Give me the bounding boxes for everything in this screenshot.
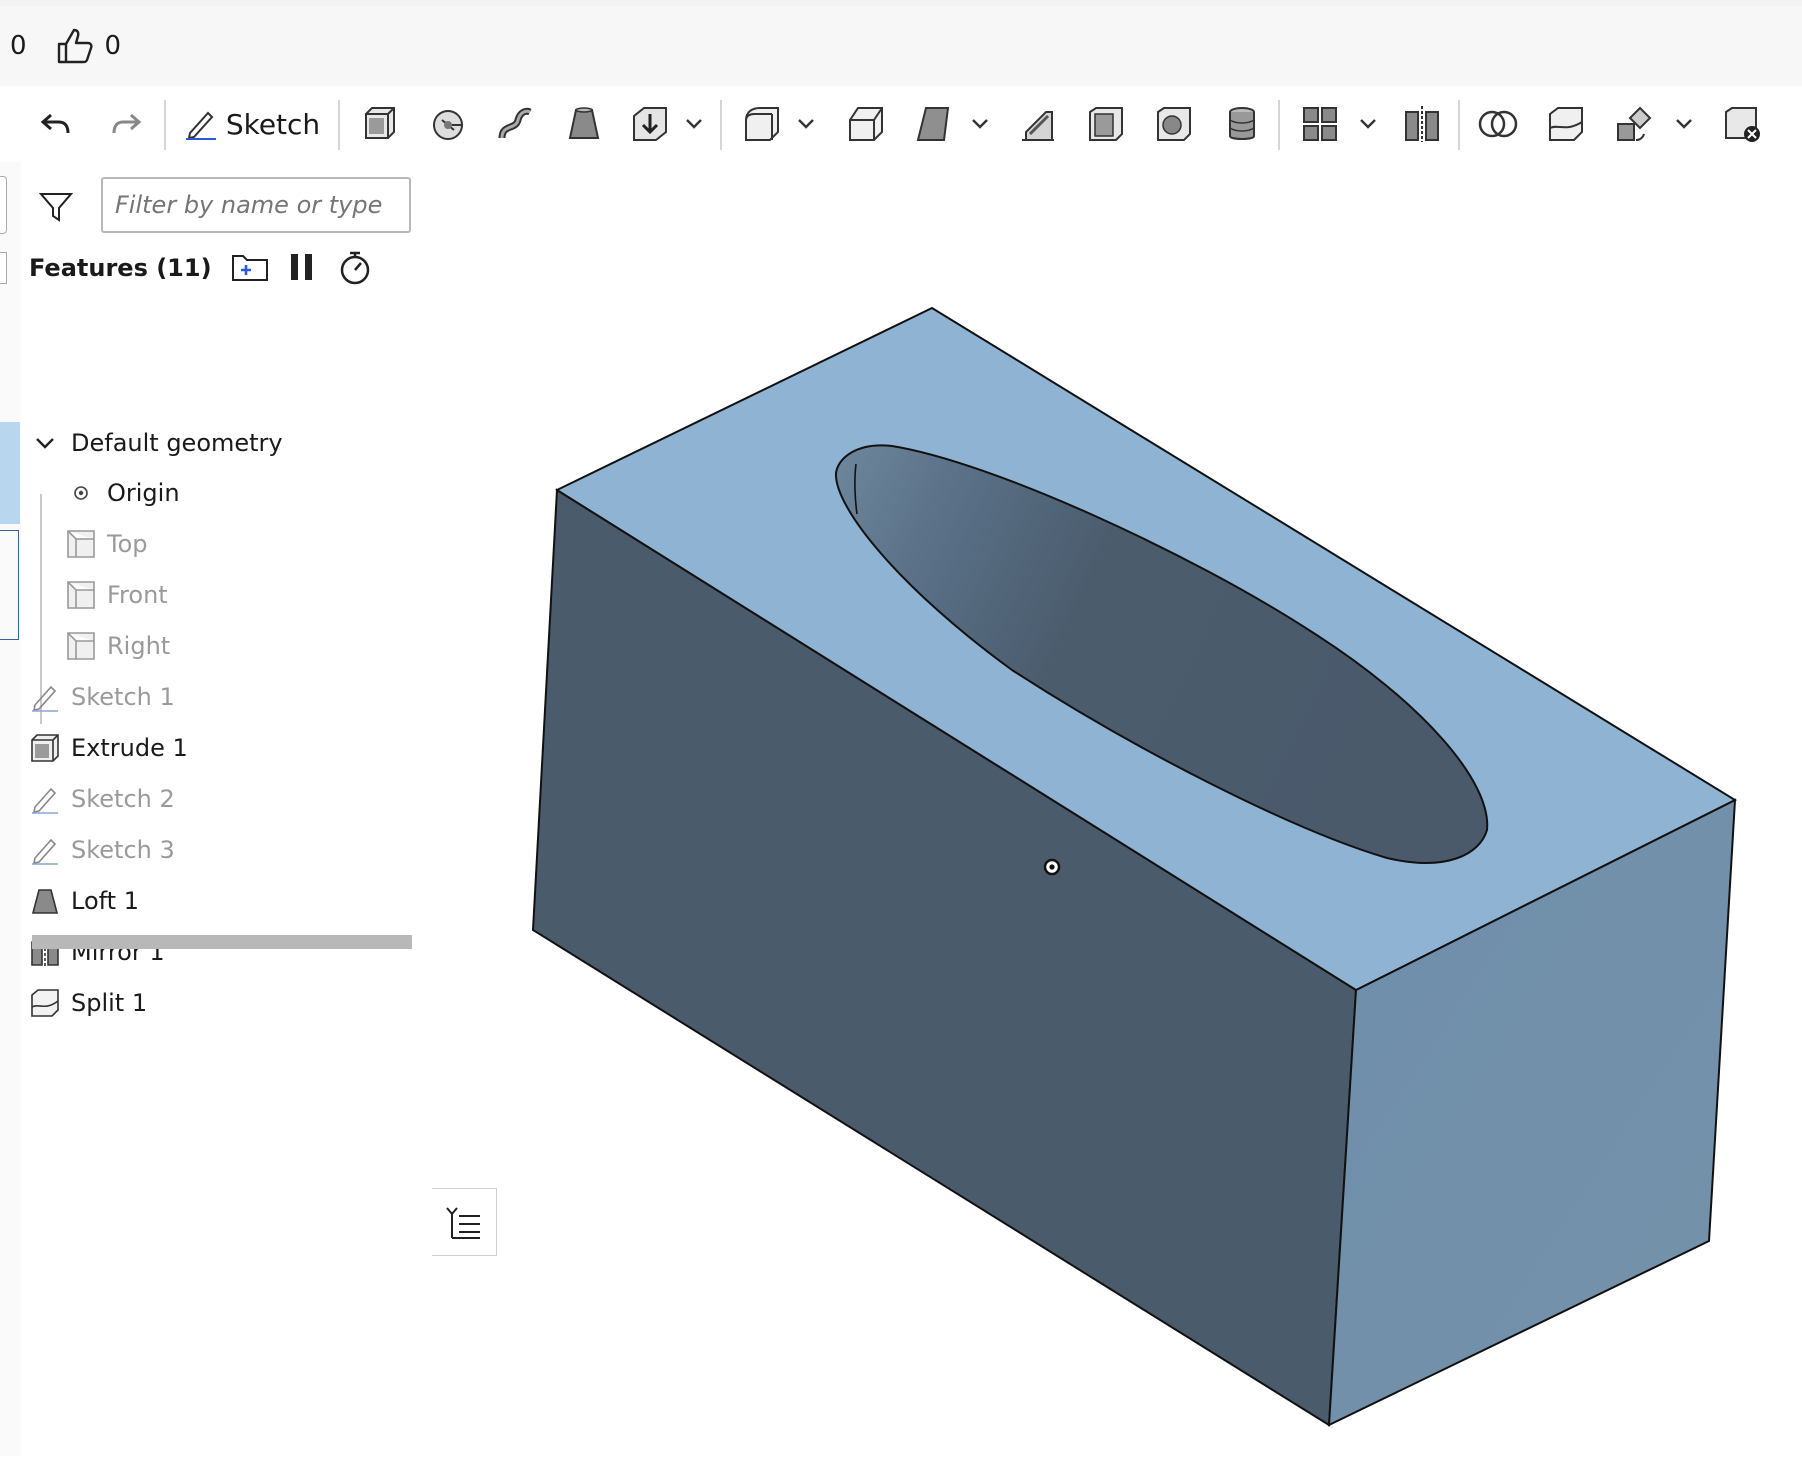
feature-item-front[interactable]: Front	[63, 570, 168, 620]
feature-toolbar: Sketch	[0, 86, 1802, 163]
feature-item-sketch-1[interactable]: Sketch 1	[27, 672, 175, 722]
feature-item-extrude-1[interactable]: Extrude 1	[27, 723, 188, 773]
split-icon	[27, 985, 63, 1021]
sketch-icon	[27, 781, 63, 817]
split-icon[interactable]	[1542, 86, 1590, 162]
sweep-icon[interactable]	[492, 86, 540, 162]
part-model	[531, 306, 1738, 1427]
mirror-icon[interactable]	[1398, 86, 1446, 162]
redo-icon[interactable]	[102, 86, 150, 162]
sketch-icon	[185, 111, 216, 140]
draft-icon[interactable]	[910, 86, 958, 162]
feature-label: Loft 1	[71, 887, 139, 915]
rib-icon[interactable]	[1014, 86, 1062, 162]
add-folder-icon[interactable]	[231, 250, 269, 288]
hole-icon[interactable]	[1150, 86, 1198, 162]
feature-item-origin[interactable]: Origin	[63, 468, 180, 518]
feature-item-loft-1[interactable]: Loft 1	[27, 876, 139, 926]
strip-frame	[0, 530, 19, 640]
thumbs-up-icon[interactable]	[55, 26, 95, 66]
origin-icon	[63, 475, 99, 511]
count-label: 0	[10, 31, 27, 61]
feature-label: Extrude 1	[71, 734, 188, 762]
sketch-button[interactable]: Sketch	[182, 86, 322, 162]
toolbar-separator	[1278, 100, 1280, 150]
thicken-icon[interactable]	[626, 86, 674, 162]
feature-label: Origin	[107, 479, 180, 507]
shell-icon[interactable]	[1082, 86, 1130, 162]
likes-count: 0	[104, 31, 122, 61]
feature-item-sketch-3[interactable]: Sketch 3	[27, 825, 175, 875]
sketch-icon	[27, 679, 63, 715]
toolbar-separator	[720, 100, 722, 150]
toolbar-separator	[1458, 100, 1460, 150]
feature-list-toggle-icon[interactable]	[432, 1188, 497, 1256]
undo-icon[interactable]	[32, 86, 80, 162]
extrude-icon	[27, 730, 63, 766]
plane-icon	[63, 628, 99, 664]
strip-tab[interactable]	[0, 176, 7, 234]
boolean-icon[interactable]	[1474, 86, 1522, 162]
feature-item-sketch-2[interactable]: Sketch 2	[27, 774, 175, 824]
strip-highlight	[0, 422, 20, 524]
toolbar-separator	[338, 100, 340, 150]
chevron-down-icon[interactable]	[792, 86, 820, 162]
sketch-icon	[27, 832, 63, 868]
feature-label: Split 1	[71, 989, 148, 1017]
chevron-down-icon[interactable]	[27, 425, 63, 461]
strip-tab[interactable]	[0, 252, 7, 284]
feature-label: Sketch 3	[71, 836, 175, 864]
feature-label: Sketch 2	[71, 785, 175, 813]
feature-item-right[interactable]: Right	[63, 621, 170, 671]
feature-label: Right	[107, 632, 171, 660]
chamfer-icon[interactable]	[842, 86, 890, 162]
transform-icon[interactable]	[1610, 86, 1658, 162]
default-geometry-label: Default geometry	[71, 429, 283, 457]
chevron-down-icon[interactable]	[1670, 86, 1698, 162]
plane-icon	[63, 577, 99, 613]
chevron-down-icon[interactable]	[1354, 86, 1382, 162]
rollback-bar[interactable]	[32, 935, 412, 949]
graphics-viewport[interactable]	[432, 162, 1802, 1456]
thread-icon[interactable]	[1218, 86, 1266, 162]
feature-label: Top	[107, 530, 148, 558]
feature-label: Sketch 1	[71, 683, 175, 711]
feature-list-panel: Features (11) Default geometry Origin To…	[21, 162, 434, 1456]
features-title: Features (11)	[29, 254, 212, 282]
toolbar-separator	[164, 100, 166, 150]
loft-icon[interactable]	[560, 86, 608, 162]
default-geometry-folder[interactable]: Default geometry	[27, 418, 283, 468]
filter-input[interactable]	[101, 177, 411, 233]
header-bar: 0 0	[0, 6, 1802, 86]
fillet-icon[interactable]	[738, 86, 786, 162]
feature-label: Front	[107, 581, 168, 609]
filter-icon[interactable]	[38, 190, 74, 228]
loft-icon	[27, 883, 63, 919]
feature-item-top[interactable]: Top	[63, 519, 148, 569]
stopwatch-icon[interactable]	[337, 250, 373, 290]
chevron-down-icon[interactable]	[680, 86, 708, 162]
feature-item-split-1[interactable]: Split 1	[27, 978, 147, 1028]
revolve-icon[interactable]	[424, 86, 472, 162]
delete-part-icon[interactable]	[1718, 86, 1766, 162]
pattern-icon[interactable]	[1296, 86, 1344, 162]
sketch-label: Sketch	[225, 107, 321, 141]
plane-icon	[63, 526, 99, 562]
chevron-down-icon[interactable]	[966, 86, 994, 162]
extrude-icon[interactable]	[356, 86, 404, 162]
left-collapsed-strip	[0, 162, 22, 1456]
pause-icon[interactable]	[287, 250, 317, 288]
